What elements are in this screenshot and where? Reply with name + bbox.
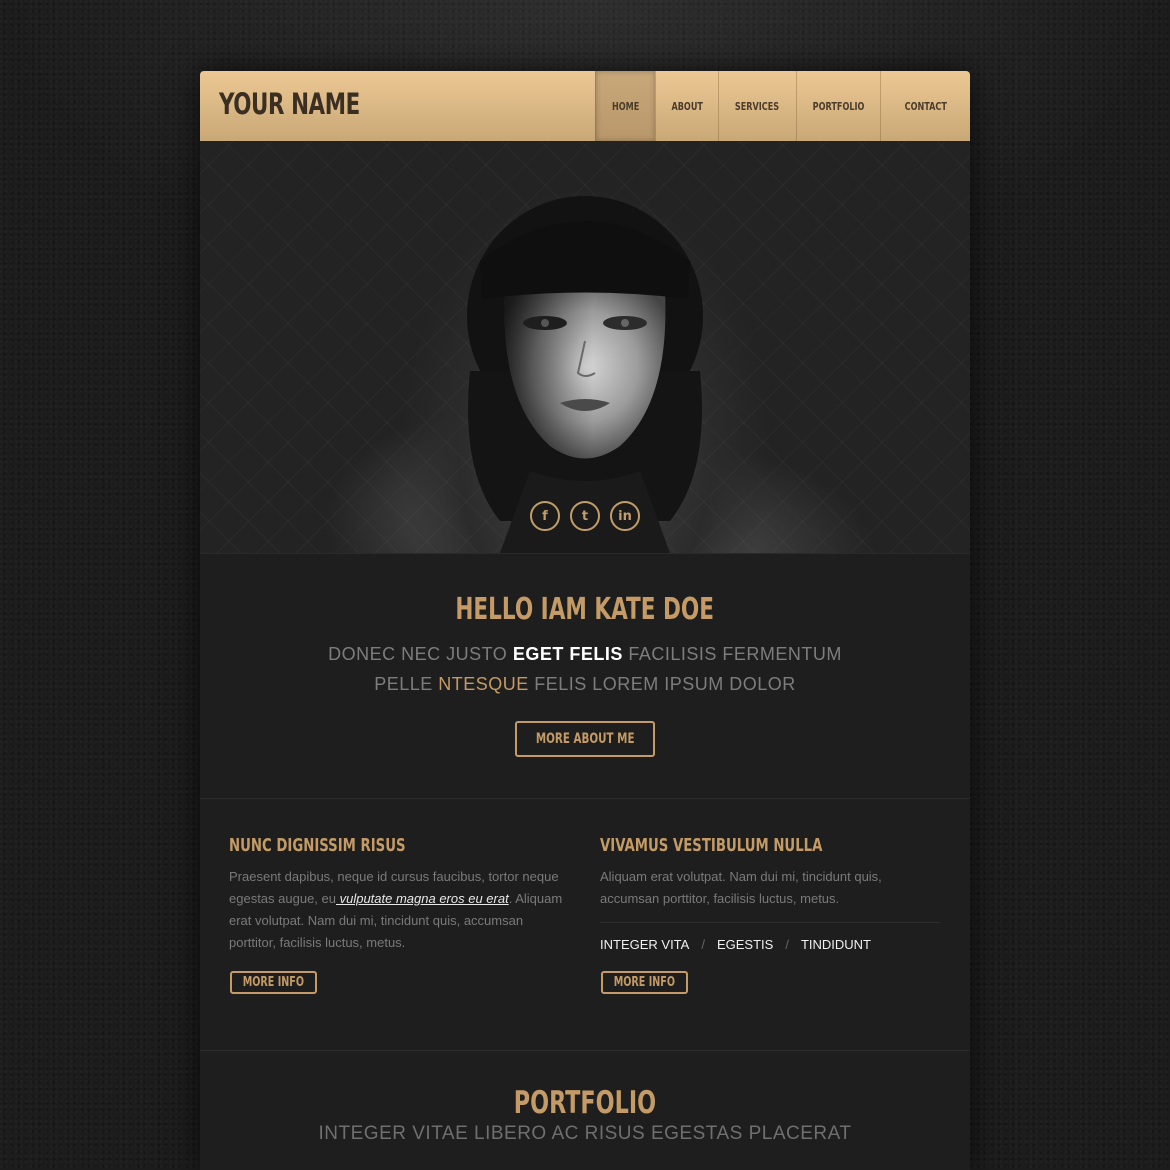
column-title: VIVAMUS VESTIBULUM NULLA: [600, 835, 823, 856]
features-section: NUNC DIGNISSIM RISUS Praesent dapibus, n…: [200, 798, 970, 1050]
nav-portfolio[interactable]: PORTFOLIO: [796, 71, 880, 141]
feature-column-left: NUNC DIGNISSIM RISUS Praesent dapibus, n…: [229, 835, 569, 994]
nav-home[interactable]: HOME: [595, 71, 655, 141]
tag-item[interactable]: TINDIDUNT: [801, 937, 871, 952]
facebook-icon[interactable]: f: [530, 501, 560, 531]
tag-separator: /: [701, 937, 705, 952]
column-text: Aliquam erat volutpat. Nam dui mi, tinci…: [600, 869, 882, 906]
hero-portrait-image: [467, 196, 703, 553]
column-text: Praesent dapibus, neque id cursus faucib…: [229, 869, 563, 950]
portfolio-subtitle: INTEGER VITAE LIBERO AC RISUS EGESTAS PL…: [318, 1123, 852, 1144]
feature-column-right: VIVAMUS VESTIBULUM NULLA Aliquam erat vo…: [600, 835, 940, 994]
column-title: NUNC DIGNISSIM RISUS: [229, 835, 406, 856]
nav-contact[interactable]: CONTACT: [880, 71, 970, 141]
social-links: f t in: [530, 501, 640, 531]
tag-item[interactable]: INTEGER VITA: [600, 937, 689, 952]
portfolio-section: PORTFOLIO INTEGER VITAE LIBERO AC RISUS …: [200, 1050, 970, 1170]
page-container: YOUR NAME HOME ABOUT SERVICES PORTFOLIO …: [200, 71, 970, 1170]
intro-text: DONEC NEC JUSTO EGET FELIS FACILISIS FER…: [200, 639, 970, 699]
intro-title: HELLO IAM KATE DOE: [455, 592, 715, 627]
tag-separator: /: [785, 937, 789, 952]
main-nav: HOME ABOUT SERVICES PORTFOLIO CONTACT: [595, 71, 970, 141]
hero-banner: f t in: [200, 141, 970, 553]
inline-link[interactable]: vulputate magna eros eu erat: [336, 891, 509, 906]
more-info-button[interactable]: MORE INFO: [230, 971, 317, 994]
linkedin-icon[interactable]: in: [610, 501, 640, 531]
portfolio-title: PORTFOLIO: [513, 1085, 657, 1121]
intro-line-2: PELLE NTESQUE FELIS LOREM IPSUM DOLOR: [374, 674, 796, 694]
nav-services[interactable]: SERVICES: [718, 71, 796, 141]
twitter-icon[interactable]: t: [570, 501, 600, 531]
tag-item[interactable]: EGESTIS: [717, 937, 773, 952]
more-about-me-button[interactable]: MORE ABOUT ME: [514, 721, 656, 757]
site-logo[interactable]: YOUR NAME: [219, 87, 360, 121]
nav-about[interactable]: ABOUT: [655, 71, 718, 141]
more-info-button[interactable]: MORE INFO: [601, 971, 688, 994]
site-header: YOUR NAME HOME ABOUT SERVICES PORTFOLIO …: [200, 71, 970, 141]
intro-section: HELLO IAM KATE DOE DONEC NEC JUSTO EGET …: [200, 553, 970, 798]
intro-line-1: DONEC NEC JUSTO EGET FELIS FACILISIS FER…: [328, 644, 842, 664]
divider: [600, 922, 940, 923]
tag-list: INTEGER VITA / EGESTIS / TINDIDUNT: [600, 937, 940, 952]
